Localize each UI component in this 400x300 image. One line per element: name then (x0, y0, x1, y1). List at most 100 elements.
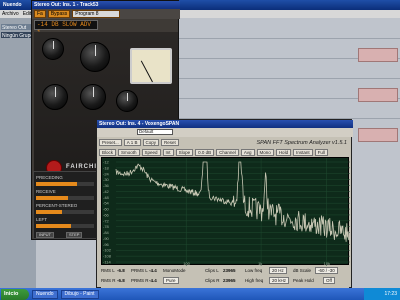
channel-level-bar[interactable] (36, 196, 94, 200)
clips-r-value: 23965 (223, 278, 236, 283)
peak-hold-off[interactable]: Off (323, 277, 335, 284)
speed-control[interactable]: Speed (141, 148, 161, 156)
nuendo-title: Nuendo (3, 2, 22, 8)
db-tick-label: -90 (103, 236, 110, 241)
channel-row-label: PRECEDING (36, 175, 63, 180)
audio-clip[interactable] (358, 48, 398, 62)
menu-archivo[interactable]: Archivo (2, 11, 19, 17)
plugin-bypass-toggle[interactable]: Bypass (47, 10, 71, 18)
hold-toggle[interactable]: Hold (275, 148, 292, 156)
channel-level-bar[interactable] (36, 182, 94, 186)
span-window-title[interactable]: Stereo Out: Ins. 4 - VoxengoSPAN (97, 120, 353, 128)
db-tick-label: -72 (103, 218, 110, 223)
high-freq-value[interactable]: 20 kHz (269, 277, 290, 284)
db-tick-label: -114 (103, 260, 111, 265)
db-tick-label: -18 (103, 165, 110, 170)
db-tick-label: -96 (103, 242, 110, 247)
rms-r-value: -6.8 (117, 278, 125, 283)
span-analyzer-window: Stereo Out: Ins. 4 - VoxengoSPAN Default… (96, 119, 353, 288)
smooth-control[interactable]: Smooth (118, 148, 140, 156)
threshold-knob[interactable] (80, 42, 110, 72)
db-tick-label: -54 (103, 201, 110, 206)
channel-level-fill (36, 196, 68, 200)
slope-value[interactable]: 0.0 dB (195, 148, 215, 156)
db-tick-label: -24 (103, 171, 110, 176)
program-select[interactable]: Program 8 (72, 10, 121, 18)
channel-level-bar[interactable] (36, 210, 94, 214)
input-knob[interactable] (42, 38, 64, 60)
slope-control[interactable]: Slope (175, 148, 194, 156)
prms-l-label: PRMS L (131, 268, 148, 273)
spectrum-display[interactable]: -12 -18 -24 -30 -36 -42 -48 -54 -60 -66 -72 -78 -84-… (101, 157, 351, 266)
copy-button[interactable]: Copy (142, 139, 160, 146)
plugin-window-title[interactable]: Stereo Out: Ins. 1 - Track53 (32, 1, 180, 9)
dc-threshold-knob[interactable] (80, 84, 106, 110)
channel-control[interactable]: Channel (216, 148, 239, 156)
db-scale-value[interactable]: -60 / -30 (315, 267, 338, 274)
input-button[interactable]: INPUT (36, 232, 54, 238)
span-settings-row: Block Smooth Speed Int Slope 0.0 dB Chan… (99, 148, 351, 156)
pure-button[interactable]: Pure (163, 277, 179, 284)
db-tick-label: -36 (103, 183, 110, 188)
prms-r-value: -4.4 (149, 278, 157, 283)
channel-level-bar[interactable] (36, 224, 94, 228)
ab-button[interactable]: A 1 B (123, 139, 141, 146)
prms-l-value: -4.4 (149, 268, 157, 273)
vu-needle (140, 60, 153, 83)
time-constant-knob[interactable] (42, 84, 68, 110)
span-app-name: SPAN FFT Spectrum Analyzer v1.5.1 (256, 139, 347, 146)
low-freq-value[interactable]: 20 Hz (269, 267, 287, 274)
clips-r-label: Clips R (205, 278, 220, 283)
output-knob[interactable] (116, 90, 138, 112)
db-tick-label: -30 (103, 177, 110, 182)
instant-toggle[interactable]: Instant (293, 148, 313, 156)
db-tick-label: -60 (103, 207, 110, 212)
step-button[interactable]: STEP (66, 232, 83, 238)
int-control[interactable]: Int (162, 148, 174, 156)
channel-level-fill (36, 224, 71, 228)
rms-r-label: RMS R (101, 278, 116, 283)
channel-row-label: PERCENT-STEREO (36, 203, 78, 208)
db-scale-label: dB Scale (293, 268, 312, 273)
audio-clip[interactable] (358, 88, 398, 102)
span-footer: RMS L -6.8 PRMS L -4.4 MonoMode Clips L … (101, 266, 349, 288)
channel-level-fill (36, 182, 77, 186)
start-button[interactable]: Inicio (1, 288, 29, 300)
spectrum-svg: -12-18-24-30-36-42-48-54-60-66-72-78-84-… (103, 158, 351, 266)
block-control[interactable]: Block (99, 148, 117, 156)
db-tick-label: -108 (103, 254, 112, 259)
full-toggle[interactable]: Full (314, 148, 328, 156)
span-header-controls: Preset... A 1 B Copy Reset SPAN FFT Spec… (99, 138, 351, 147)
db-tick-label: -48 (103, 195, 110, 200)
clips-l-label: Clips L (205, 268, 219, 273)
preset-display[interactable]: -14 DB SLOW ADV 1 (34, 20, 98, 36)
vu-meter (130, 48, 172, 84)
rms-l-value: -6.8 (117, 268, 125, 273)
avg-toggle[interactable]: Avg (240, 148, 255, 156)
channel-panel: PRECEDING RECEIVE PERCENT-STEREO LEFT IN… (33, 171, 97, 239)
low-freq-label: Low freq (245, 268, 263, 273)
db-tick-label: -12 (103, 160, 110, 165)
track-label-group: Ningún Grupo (2, 33, 34, 39)
preset-button[interactable]: Preset... (99, 139, 122, 146)
mono-toggle[interactable]: Mono (256, 148, 274, 156)
mono-mode-label: MonoMode (163, 268, 186, 273)
db-tick-label: -102 (103, 248, 112, 253)
channel-row-label: RECEIVE (36, 189, 56, 194)
span-preset-dropdown[interactable]: Default (137, 129, 173, 135)
db-tick-label: -84 (103, 230, 110, 235)
clips-l-value: 23965 (223, 268, 236, 273)
audio-clip[interactable] (358, 128, 398, 142)
db-tick-label: -78 (103, 224, 110, 229)
system-clock: 17:23 (364, 288, 400, 300)
reset-button[interactable]: Reset (161, 139, 179, 146)
taskbar: Inicio Nuendo Dibujo - Paint 17:23 (0, 288, 400, 300)
plugin-bypass-button[interactable]: Fa (34, 10, 46, 18)
task-nuendo[interactable]: Nuendo (32, 289, 58, 299)
prms-r-label: PRMS R (131, 278, 149, 283)
db-tick-label: -66 (103, 212, 110, 217)
span-toolbar: Default (97, 128, 353, 137)
task-paint[interactable]: Dibujo - Paint (60, 289, 99, 299)
high-freq-label: High freq (245, 278, 264, 283)
db-tick-label: -42 (103, 189, 110, 194)
